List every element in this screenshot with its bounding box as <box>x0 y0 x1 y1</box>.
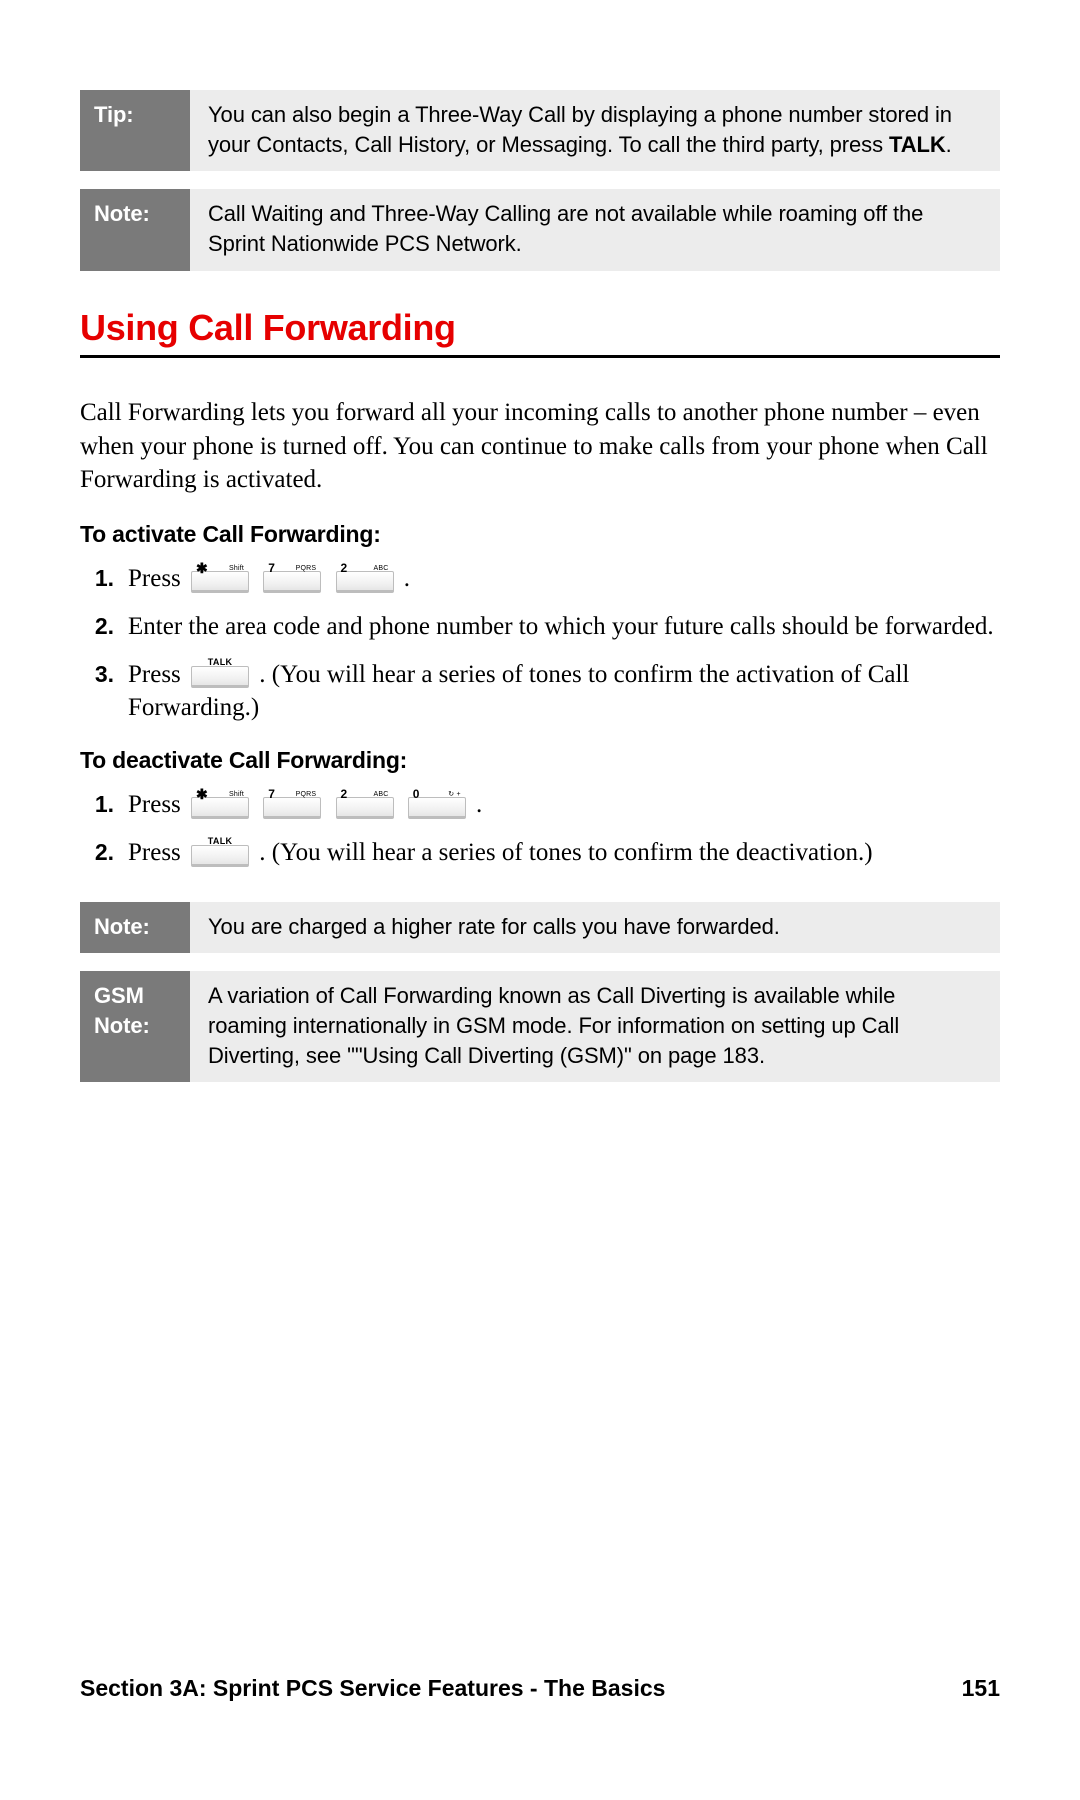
tip-callout: Tip: You can also begin a Three-Way Call… <box>80 90 1000 171</box>
step-number: 3. <box>80 659 114 690</box>
footer-section: Section 3A: Sprint PCS Service Features … <box>80 1675 665 1702</box>
key-2-icon: 2ABC <box>336 797 394 819</box>
step-number: 1. <box>80 563 114 594</box>
note-callout-2: Note: You are charged a higher rate for … <box>80 902 1000 954</box>
activate-step-1: 1. Press ✱Shift 7PQRS 2ABC . <box>128 562 1000 596</box>
deactivate-step-2: 2. Press TALK . (You will hear a series … <box>128 836 1000 870</box>
activate-subhead: To activate Call Forwarding: <box>80 521 1000 548</box>
note1-tag: Note: <box>80 189 190 270</box>
activate-step-3: 3. Press TALK . (You will hear a series … <box>128 658 1000 726</box>
key-talk-icon: TALK <box>191 666 249 688</box>
deactivate-steps: 1. Press ✱Shift 7PQRS 2ABC 0↻ + . 2. Pre… <box>80 788 1000 870</box>
footer-page-number: 151 <box>962 1675 1000 1702</box>
key-7-icon: 7PQRS <box>263 797 321 819</box>
key-7-icon: 7PQRS <box>263 571 321 593</box>
step-number: 2. <box>80 611 114 642</box>
step-pre: Press <box>128 839 187 866</box>
page-content: Tip: You can also begin a Three-Way Call… <box>80 90 1000 1100</box>
deactivate-subhead: To deactivate Call Forwarding: <box>80 747 1000 774</box>
intro-paragraph: Call Forwarding lets you forward all you… <box>80 396 1000 497</box>
activate-step-2: 2. Enter the area code and phone number … <box>128 610 1000 644</box>
key-talk-icon: TALK <box>191 845 249 867</box>
activate-steps: 1. Press ✱Shift 7PQRS 2ABC . 2. Enter th… <box>80 562 1000 725</box>
step-pre: Press <box>128 565 187 592</box>
gsm-note-callout: GSM Note: A variation of Call Forwarding… <box>80 971 1000 1082</box>
tip-tag: Tip: <box>80 90 190 171</box>
step-post: . (You will hear a series of tones to co… <box>259 839 872 866</box>
tip-body: You can also begin a Three-Way Call by d… <box>190 90 1000 171</box>
gsm-tag: GSM Note: <box>80 971 190 1082</box>
key-star-icon: ✱Shift <box>191 571 249 593</box>
step-pre: Press <box>128 661 187 688</box>
step-post: . <box>404 565 410 592</box>
gsm-body: A variation of Call Forwarding known as … <box>190 971 1000 1082</box>
section-heading: Using Call Forwarding <box>80 307 1000 358</box>
step-number: 2. <box>80 837 114 868</box>
key-0-icon: 0↻ + <box>408 797 466 819</box>
note1-body: Call Waiting and Three-Way Calling are n… <box>190 189 1000 270</box>
page-footer: Section 3A: Sprint PCS Service Features … <box>80 1675 1000 1702</box>
step-post: . <box>476 791 482 818</box>
tip-bold: TALK <box>889 132 946 157</box>
note2-tag: Note: <box>80 902 190 954</box>
key-star-icon: ✱Shift <box>191 797 249 819</box>
note-callout-1: Note: Call Waiting and Three-Way Calling… <box>80 189 1000 270</box>
key-2-icon: 2ABC <box>336 571 394 593</box>
note2-body: You are charged a higher rate for calls … <box>190 902 1000 954</box>
step-number: 1. <box>80 789 114 820</box>
deactivate-step-1: 1. Press ✱Shift 7PQRS 2ABC 0↻ + . <box>128 788 1000 822</box>
tip-text-pre: You can also begin a Three-Way Call by d… <box>208 102 952 157</box>
tip-text-post: . <box>946 132 952 157</box>
step-pre: Press <box>128 791 187 818</box>
step-text: Enter the area code and phone number to … <box>128 613 994 640</box>
